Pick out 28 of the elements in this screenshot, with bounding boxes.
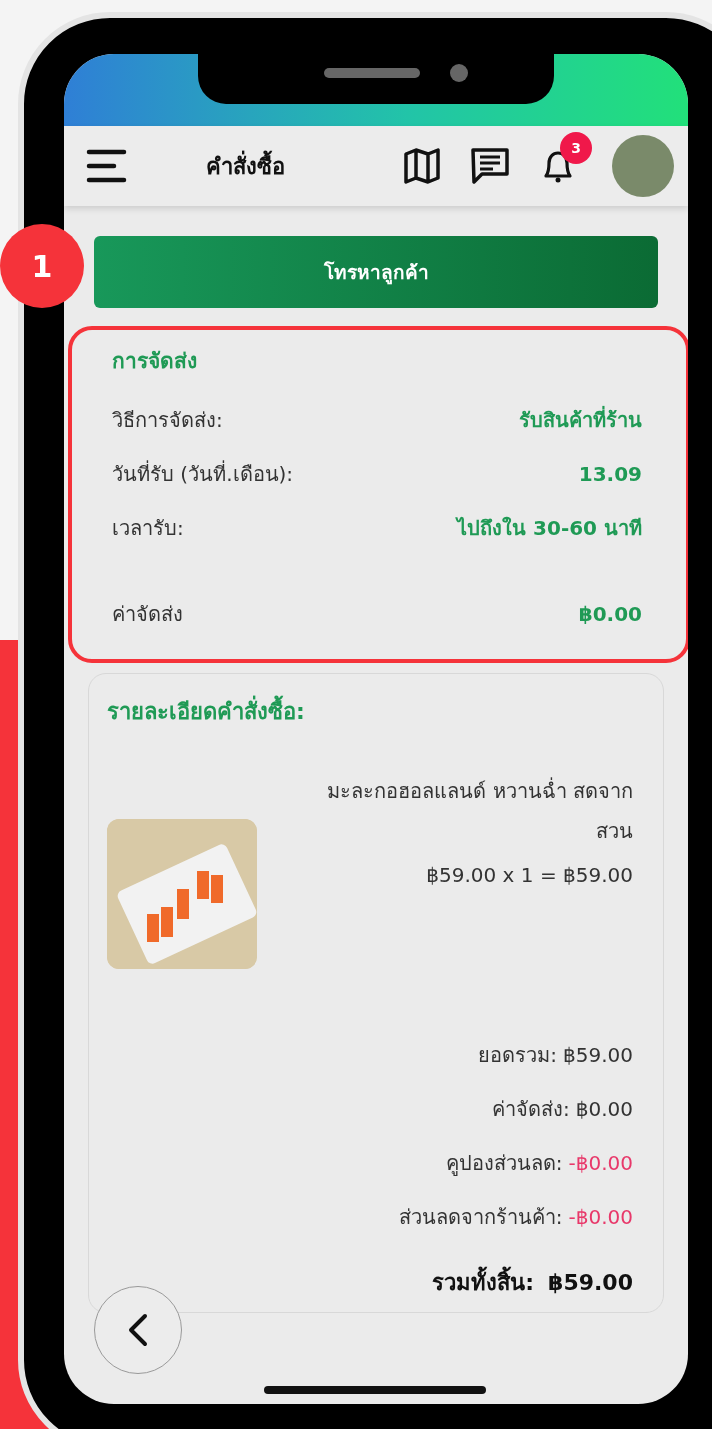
call-customer-button[interactable]: โทรหาลูกค้า [94,236,658,308]
notification-badge: 3 [560,132,592,164]
chat-icon[interactable] [470,146,510,186]
camera-lens [450,64,468,82]
total-value: ฿59.00 [548,1270,633,1295]
product-name: มะละกอฮอลแลนด์ หวานฉ่ำ สดจาก สวน [326,776,633,845]
summary-label: ยอดรวม: [478,1042,557,1069]
product-price: ฿59.00 x 1 = ฿59.00 [426,863,633,887]
delivery-label: วันที่รับ (วันที่.เดือน): [112,459,294,488]
page-title: คำสั่งซื้อ [206,148,402,184]
summary-value: ฿59.00 [563,1043,633,1067]
delivery-value: ไปถึงใน 30-60 นาที [457,515,642,542]
delivery-fee-value: ฿0.00 [578,602,642,626]
delivery-value: รับสินค้าที่ร้าน [519,405,642,434]
total-label: รวมทั้งสิ้น: [432,1265,535,1300]
delivery-title: การจัดส่ง [112,348,198,375]
delivery-label: เวลารับ: [112,515,184,542]
delivery-value: 13.09 [578,462,642,486]
summary-value: ฿0.00 [575,1097,633,1121]
summary-value: -฿0.00 [568,1205,633,1229]
delivery-label: วิธีการจัดส่ง: [112,407,223,434]
order-details-title: รายละเอียดคำสั่งซื้อ: [107,694,633,729]
summary-value: -฿0.00 [568,1151,633,1175]
summary-label: ค่าจัดส่ง: [492,1096,570,1123]
summary-label: ส่วนลดจากร้านค้า: [398,1204,563,1231]
summary-label: คูปองส่วนลด: [445,1150,563,1178]
map-icon[interactable] [402,146,442,186]
delivery-fee-label: ค่าจัดส่ง [112,601,183,628]
